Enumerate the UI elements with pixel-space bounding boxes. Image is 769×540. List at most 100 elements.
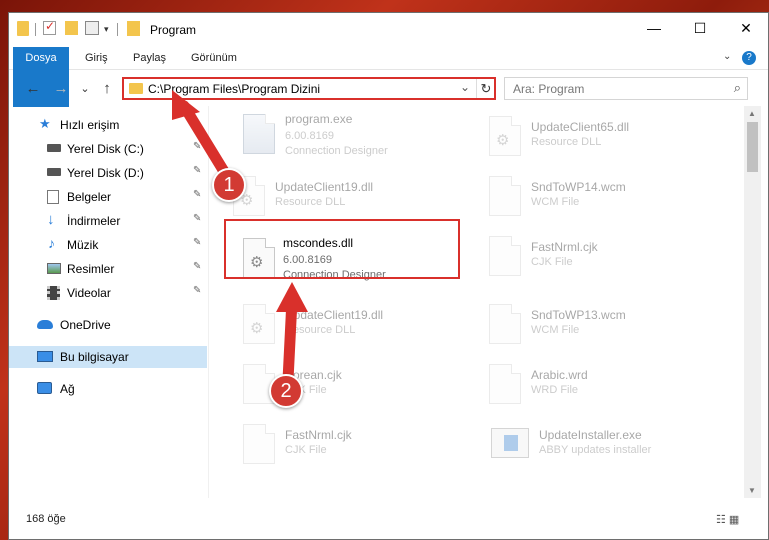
chevron-down-icon[interactable]: ⌄ — [460, 80, 470, 94]
file-description: WCM File — [531, 324, 580, 336]
pin-icon[interactable]: ✎ — [193, 261, 201, 272]
file-item[interactable]: UpdateInstaller.exe ABBY updates install… — [485, 420, 715, 480]
sidebar-item-quick-access[interactable]: ★ Hızlı erişim — [9, 114, 207, 136]
exe-icon — [243, 114, 275, 154]
chevron-down-icon[interactable]: ▾ — [104, 24, 109, 42]
file-description: CJK File — [531, 256, 573, 268]
file-item[interactable]: UpdateClient65.dll Resource DLL — [483, 112, 713, 172]
item-count: 168 öğe — [26, 513, 66, 525]
sidebar-item-label: Resimler — [67, 262, 115, 276]
sidebar-item-label: Hızlı erişim — [60, 118, 120, 132]
pin-icon[interactable]: ✎ — [193, 165, 201, 176]
properties-icon[interactable]: ✓ — [43, 19, 56, 35]
forward-button[interactable]: → — [51, 79, 71, 99]
blank-file-icon — [489, 364, 521, 404]
tab-share[interactable]: Paylaş — [123, 47, 176, 70]
tab-home[interactable]: Giriş — [75, 47, 118, 70]
pin-icon[interactable]: ✎ — [193, 237, 201, 248]
sidebar-item-this-pc[interactable]: Bu bilgisayar — [9, 346, 207, 368]
file-name: FastNrml.cjk — [285, 428, 352, 442]
sidebar-item-label: Müzik — [67, 238, 99, 252]
gear-file-icon — [243, 304, 275, 344]
sidebar-item-music[interactable]: ♪ Müzik ✎ — [9, 234, 207, 256]
video-icon — [47, 286, 60, 300]
highlight-box — [224, 219, 460, 279]
sidebar-item-disk-d[interactable]: Yerel Disk (D:) ✎ — [9, 162, 207, 184]
sidebar-item-label: Ağ — [60, 382, 75, 396]
sidebar-item-videos[interactable]: Videolar ✎ — [9, 282, 207, 304]
file-name: SndToWP14.wcm — [531, 180, 626, 194]
sidebar-item-label: Videolar — [67, 286, 111, 300]
cloud-icon — [37, 320, 53, 329]
sidebar-item-label: Yerel Disk (D:) — [67, 166, 144, 180]
blank-file-icon — [489, 304, 521, 344]
file-name: FastNrml.cjk — [531, 240, 598, 254]
recent-locations-button[interactable]: ⌄ — [75, 79, 95, 99]
window-title: Program — [150, 23, 197, 37]
vertical-scrollbar[interactable]: ▲ ▼ — [744, 106, 761, 498]
scroll-thumb[interactable] — [747, 122, 758, 172]
new-folder-icon[interactable] — [65, 21, 78, 35]
scroll-down-icon[interactable]: ▼ — [748, 486, 756, 495]
file-description: Connection Designer — [285, 145, 388, 157]
pin-icon[interactable]: ✎ — [193, 141, 201, 152]
computer-icon — [37, 351, 53, 362]
chevron-down-icon[interactable]: ⌄ — [723, 51, 731, 62]
folder-icon — [17, 21, 29, 36]
drive-icon — [47, 144, 61, 152]
maximize-button[interactable]: ☐ — [677, 13, 723, 43]
search-icon: ⌕ — [733, 80, 741, 95]
back-button[interactable]: ← — [23, 79, 43, 99]
help-icon[interactable]: ? — [742, 51, 756, 65]
sidebar-item-disk-c[interactable]: Yerel Disk (C:) ✎ — [9, 138, 207, 160]
callout-1: 1 — [212, 168, 246, 202]
address-path[interactable]: C:\Program Files\Program Dizini — [148, 82, 320, 96]
blank-file-icon — [243, 424, 275, 464]
gear-file-icon — [489, 116, 521, 156]
search-input[interactable]: Ara: Program ⌕ — [504, 77, 748, 100]
status-bar: 168 öğe ☷ ▦ — [9, 509, 768, 531]
scroll-up-icon[interactable]: ▲ — [748, 109, 756, 118]
navigation-pane: ★ Hızlı erişim Yerel Disk (C:) ✎ Yerel D… — [9, 106, 207, 498]
view-toggle-icons[interactable]: ☷ ▦ — [716, 513, 739, 526]
sidebar-item-label: Yerel Disk (C:) — [67, 142, 144, 156]
file-item[interactable]: SndToWP14.wcm WCM File — [483, 172, 713, 232]
file-item[interactable]: FastNrml.cjk CJK File — [237, 420, 467, 480]
sidebar-item-onedrive[interactable]: OneDrive — [9, 314, 207, 336]
file-description: WCM File — [531, 196, 580, 208]
pin-icon[interactable]: ✎ — [193, 285, 201, 296]
file-item[interactable]: FastNrml.cjk CJK File — [483, 232, 713, 292]
file-item[interactable]: Arabic.wrd WRD File — [483, 360, 713, 420]
sidebar-item-label: Bu bilgisayar — [60, 350, 129, 364]
refresh-button[interactable]: ↻ — [476, 79, 495, 98]
file-description: ABBY updates installer — [539, 444, 652, 456]
sidebar-item-pictures[interactable]: Resimler ✎ — [9, 258, 207, 280]
close-button[interactable]: ✕ — [723, 13, 768, 43]
file-description: CJK File — [285, 444, 327, 456]
sidebar-item-downloads[interactable]: ↓ İndirmeler ✎ — [9, 210, 207, 232]
network-icon — [37, 382, 52, 394]
file-description: WRD File — [531, 384, 579, 396]
file-name: UpdateInstaller.exe — [539, 428, 642, 442]
ribbon: Dosya Giriş Paylaş Görünüm ⌄ ? — [9, 47, 768, 107]
file-version: 6.00.8169 — [285, 130, 334, 142]
file-item[interactable]: UpdateClient19.dll Resource DLL — [237, 300, 467, 360]
file-item[interactable]: program.exe 6.00.8169 Connection Designe… — [237, 110, 467, 170]
navigation-bar: ← → ⌄ ↑ C:\Program Files\Program Dizini … — [9, 70, 768, 106]
file-name: UpdateClient19.dll — [275, 180, 374, 194]
pin-icon[interactable]: ✎ — [193, 213, 201, 224]
music-icon: ♪ — [48, 235, 55, 251]
pin-icon[interactable]: ✎ — [193, 189, 201, 200]
sidebar-item-documents[interactable]: Belgeler ✎ — [9, 186, 207, 208]
file-item[interactable]: SndToWP13.wcm WCM File — [483, 300, 713, 360]
minimize-button[interactable]: — — [631, 13, 677, 43]
sidebar-item-network[interactable]: Ağ — [9, 378, 207, 400]
tab-view[interactable]: Görünüm — [181, 47, 247, 70]
customize-quick-access-icon[interactable] — [85, 21, 99, 35]
file-name: UpdateClient19.dll — [285, 308, 384, 322]
up-button[interactable]: ↑ — [97, 79, 117, 99]
sidebar-item-label: İndirmeler — [67, 214, 121, 228]
file-name: Arabic.wrd — [531, 368, 588, 382]
separator — [117, 23, 118, 36]
address-bar[interactable]: C:\Program Files\Program Dizini ⌄ ↻ — [122, 77, 496, 100]
